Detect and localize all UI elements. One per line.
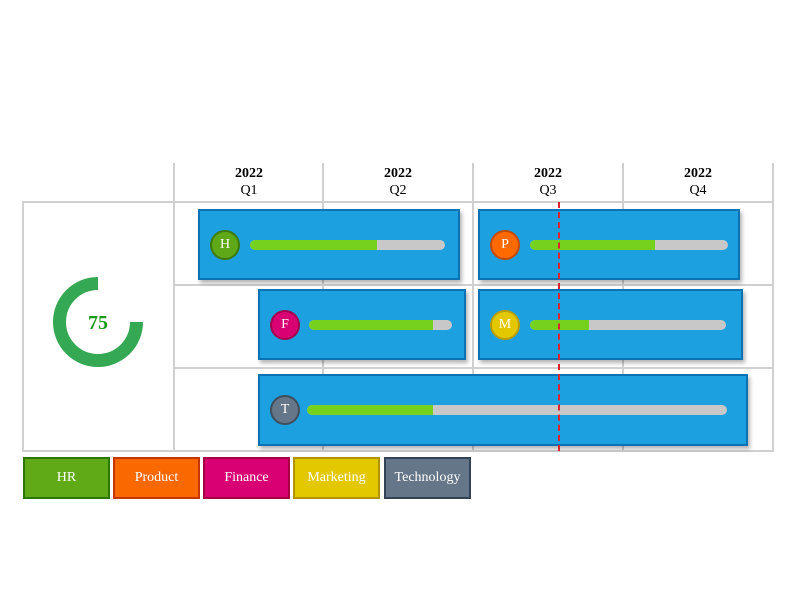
department-avatar: T xyxy=(270,395,300,425)
department-avatar: M xyxy=(490,309,520,340)
column-header-q1: 2022 Q1 xyxy=(174,165,324,199)
progress-gauge: 75 xyxy=(53,277,143,367)
quarter-label: Q1 xyxy=(240,183,258,198)
grid-line xyxy=(22,201,24,451)
quarter-label: Q4 xyxy=(689,183,707,198)
legend-item-product: Product xyxy=(113,457,200,499)
legend-item-marketing: Marketing xyxy=(293,457,380,499)
progress-fill xyxy=(309,319,434,330)
column-header-q2: 2022 Q2 xyxy=(323,165,473,199)
column-header-q4: 2022 Q4 xyxy=(623,165,773,199)
progress-fill xyxy=(250,239,377,250)
grid-line xyxy=(174,367,774,369)
gauge-value: 75 xyxy=(88,312,108,334)
year-label: 2022 xyxy=(684,166,712,181)
grid-line xyxy=(22,201,774,203)
legend-item-finance: Finance xyxy=(203,457,290,499)
department-avatar: H xyxy=(210,229,240,260)
progress-track xyxy=(307,405,727,415)
year-label: 2022 xyxy=(235,166,263,181)
grid-line xyxy=(22,450,774,452)
year-label: 2022 xyxy=(384,166,412,181)
progress-fill xyxy=(307,405,433,415)
progress-fill xyxy=(530,239,655,250)
grid-line xyxy=(173,163,175,451)
department-avatar: F xyxy=(270,309,300,340)
year-label: 2022 xyxy=(534,166,562,181)
progress-track xyxy=(309,319,452,330)
column-header-q3: 2022 Q3 xyxy=(473,165,623,199)
grid-line xyxy=(174,284,774,286)
progress-track xyxy=(250,239,445,250)
task-bar-technology[interactable]: T xyxy=(258,374,748,446)
today-marker-line xyxy=(558,202,560,451)
grid-line xyxy=(772,163,774,451)
quarter-label: Q3 xyxy=(539,183,557,198)
task-bar-product[interactable]: P xyxy=(478,209,740,280)
task-bar-finance[interactable]: F xyxy=(258,289,466,360)
task-bar-marketing[interactable]: M xyxy=(478,289,743,360)
task-bar-hr[interactable]: H xyxy=(198,209,460,280)
department-avatar: P xyxy=(490,229,520,260)
quarter-label: Q2 xyxy=(389,183,407,198)
legend-item-hr: HR xyxy=(23,457,110,499)
legend-item-technology: Technology xyxy=(384,457,471,499)
